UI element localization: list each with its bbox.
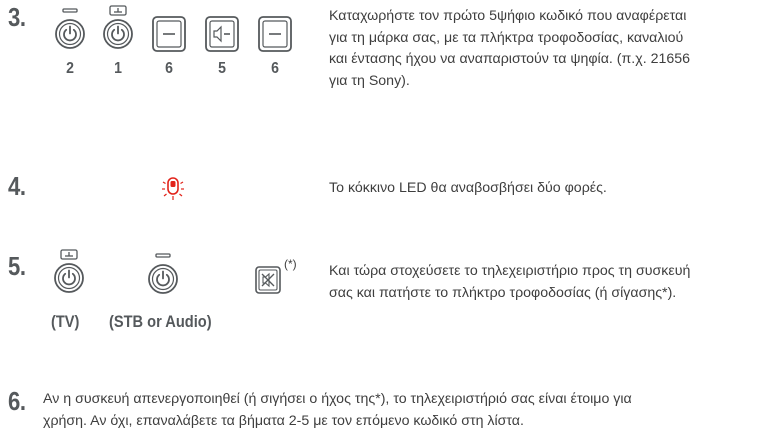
channel-key-2 — [258, 16, 292, 52]
stb-audio-caption: (STB or Audio) — [109, 312, 212, 331]
text-line: και έντασης ήχου να αναπαριστούν τα ψηφί… — [329, 51, 691, 67]
text-line: Και τώρα στοχεύσετε το τηλεχειριστήριο π… — [329, 263, 691, 279]
channel-key-icon — [258, 16, 292, 52]
step-5-text: Και τώρα στοχεύσετε το τηλεχειριστήριο π… — [329, 261, 774, 304]
mute-button — [255, 266, 281, 294]
code-digit: 6 — [271, 60, 279, 77]
tv-caption: (TV) — [51, 312, 80, 331]
channel-key-icon — [152, 16, 186, 52]
volume-key-icon — [205, 16, 239, 52]
power-stb-icon — [55, 8, 85, 49]
mute-icon — [255, 266, 281, 294]
code-digit: 6 — [165, 60, 173, 77]
code-digit: 2 — [66, 60, 74, 77]
power-tv-icon — [103, 5, 133, 49]
red-led — [161, 172, 185, 206]
mute-asterisk: (*) — [284, 257, 297, 271]
text-line: για τη μάρκα σας, με τα πλήκτρα τροφοδοσ… — [329, 29, 684, 46]
step-4-text: Το κόκκινο LED θα αναβοσβήσει δύο φορές. — [329, 180, 607, 196]
text-line: Καταχωρήστε τον πρώτο 5ψήφιο κωδικό που … — [329, 8, 687, 24]
step-5-number: 5. — [8, 251, 26, 281]
text-line: Αν η συσκευή απενεργοποιηθεί (ή σιγήσει … — [43, 391, 632, 407]
text-line: για τη Sony). — [329, 72, 410, 89]
power-stb-icon — [148, 253, 178, 294]
tv-power-button — [102, 5, 134, 50]
power-tv-icon — [54, 249, 84, 293]
text-line: χρήση. Αν όχι, επαναλάβετε τα βήματα 2-5… — [43, 412, 524, 429]
text-line: σας και πατήστε το πλήκτρο τροφοδοσίας (… — [329, 284, 677, 301]
stb-power-button — [147, 253, 179, 295]
volume-key — [205, 16, 239, 52]
red-led-icon — [162, 177, 184, 200]
channel-key-1 — [152, 16, 186, 52]
step-4-number: 4. — [8, 171, 26, 201]
tv-power-button — [53, 249, 85, 294]
code-digit: 5 — [218, 60, 226, 77]
step-3-text: Καταχωρήστε τον πρώτο 5ψήφιο κωδικό που … — [329, 6, 774, 92]
step-3-number: 3. — [8, 2, 26, 32]
step-6-text: Αν η συσκευή απενεργοποιηθεί (ή σιγήσει … — [43, 389, 774, 432]
stb-power-button — [54, 8, 86, 50]
step-6-number: 6. — [8, 386, 26, 416]
code-digit: 1 — [114, 60, 122, 77]
